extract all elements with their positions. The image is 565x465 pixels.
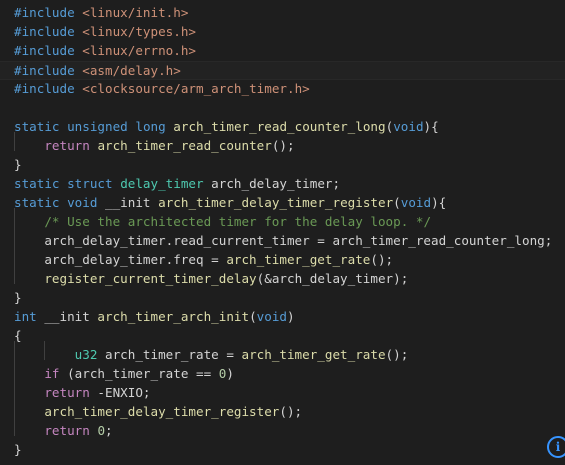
code-token: <asm/delay.h> xyxy=(82,63,181,78)
code-token: unsigned xyxy=(67,119,128,134)
code-token: static xyxy=(14,195,60,210)
code-line: #include <clocksource/arm_arch_timer.h> xyxy=(14,79,310,98)
code-line: int __init arch_timer_arch_init(void) xyxy=(14,307,295,326)
code-line: return arch_timer_read_counter(); xyxy=(14,136,295,155)
code-token: (&arch_delay_timer); xyxy=(256,271,409,286)
code-token: register_current_timer_delay xyxy=(44,271,257,286)
code-token: -ENXIO; xyxy=(89,385,151,400)
code-line: arch_timer_delay_timer_register(); xyxy=(14,402,302,421)
code-token: arch_delay_timer.read_current_timer = ar… xyxy=(14,233,553,248)
code-token: /* Use the architected timer for the del… xyxy=(44,214,432,229)
code-line: #include <linux/errno.h> xyxy=(14,41,196,60)
code-token: void xyxy=(400,195,432,210)
code-token: <linux/init.h> xyxy=(82,5,189,20)
code-token: arch_timer_read_counter xyxy=(97,138,272,153)
code-line: static unsigned long arch_timer_read_cou… xyxy=(14,117,439,136)
code-line: u32 arch_timer_rate = arch_timer_get_rat… xyxy=(14,345,409,364)
code-token: (); xyxy=(385,347,409,362)
code-token: <linux/types.h> xyxy=(82,24,196,39)
code-token: arch_timer_get_rate xyxy=(241,347,386,362)
code-token: arch_timer_arch_init xyxy=(97,309,250,324)
code-line: return -ENXIO; xyxy=(14,383,151,402)
code-token: #include xyxy=(14,43,75,58)
code-token: static xyxy=(14,176,60,191)
code-token: ){ xyxy=(431,195,447,210)
code-token: ( xyxy=(249,309,257,324)
code-token: arch_timer_read_counter_long xyxy=(173,119,386,134)
code-token: return xyxy=(44,138,90,153)
code-token: long xyxy=(135,119,166,134)
code-token: arch_timer_get_rate xyxy=(226,252,371,267)
code-token: #include xyxy=(14,24,75,39)
code-token: void xyxy=(393,119,424,134)
code-token: ){ xyxy=(423,119,439,134)
code-line-current: #include <asm/delay.h> xyxy=(0,61,565,80)
code-line: static void __init arch_timer_delay_time… xyxy=(14,193,446,212)
code-token: arch_timer_delay_timer_register xyxy=(158,195,394,210)
code-token: struct xyxy=(67,176,113,191)
code-token: #include xyxy=(14,5,75,20)
code-token: ( xyxy=(393,195,401,210)
code-token: void xyxy=(67,195,98,210)
code-token: u32 xyxy=(74,347,98,362)
code-token: 0 xyxy=(97,423,106,438)
code-line: } xyxy=(14,155,22,174)
code-line: } xyxy=(14,440,22,459)
code-token: arch_delay_timer; xyxy=(203,176,341,191)
code-line: static struct delay_timer arch_delay_tim… xyxy=(14,174,340,193)
code-line: } xyxy=(14,288,22,307)
code-token: __init xyxy=(36,309,98,324)
code-token: } xyxy=(14,157,22,172)
code-token: if xyxy=(44,366,60,381)
code-line: #include <linux/types.h> xyxy=(14,22,196,41)
code-token: int xyxy=(14,309,37,324)
code-line: return 0; xyxy=(14,421,113,440)
info-icon[interactable]: i xyxy=(547,436,565,458)
code-token: return xyxy=(44,385,90,400)
code-token: static xyxy=(14,119,60,134)
code-line: { xyxy=(14,326,22,345)
code-token: (arch_timer_rate == xyxy=(59,366,219,381)
code-token: } xyxy=(14,442,22,457)
code-token: <linux/errno.h> xyxy=(82,43,196,58)
code-line: register_current_timer_delay(&arch_delay… xyxy=(14,269,408,288)
code-editor[interactable]: #include <linux/init.h> #include <linux/t… xyxy=(0,0,565,465)
code-line: #include <linux/init.h> xyxy=(14,3,188,22)
code-token: ) xyxy=(226,366,234,381)
code-token: return xyxy=(44,423,90,438)
code-line: /* Use the architected timer for the del… xyxy=(14,212,431,231)
code-token: arch_delay_timer.freq = xyxy=(14,252,227,267)
code-token: (); xyxy=(279,404,303,419)
code-line: if (arch_timer_rate == 0) xyxy=(14,364,234,383)
code-token: delay_timer xyxy=(120,176,204,191)
code-token: } xyxy=(14,290,22,305)
code-token: void xyxy=(256,309,288,324)
code-line: arch_delay_timer.read_current_timer = ar… xyxy=(14,231,552,250)
code-line: arch_delay_timer.freq = arch_timer_get_r… xyxy=(14,250,393,269)
code-token: #include xyxy=(14,81,75,96)
code-token: arch_timer_rate = xyxy=(97,347,242,362)
code-token: ) xyxy=(287,309,295,324)
code-token: __init xyxy=(97,195,159,210)
code-token: (); xyxy=(370,252,394,267)
code-token: arch_timer_delay_timer_register xyxy=(44,404,280,419)
code-token: #include xyxy=(14,63,75,78)
code-token: <clocksource/arm_arch_timer.h> xyxy=(82,81,310,96)
code-token: { xyxy=(14,328,22,343)
code-token: (); xyxy=(271,138,295,153)
code-token: ; xyxy=(105,423,113,438)
